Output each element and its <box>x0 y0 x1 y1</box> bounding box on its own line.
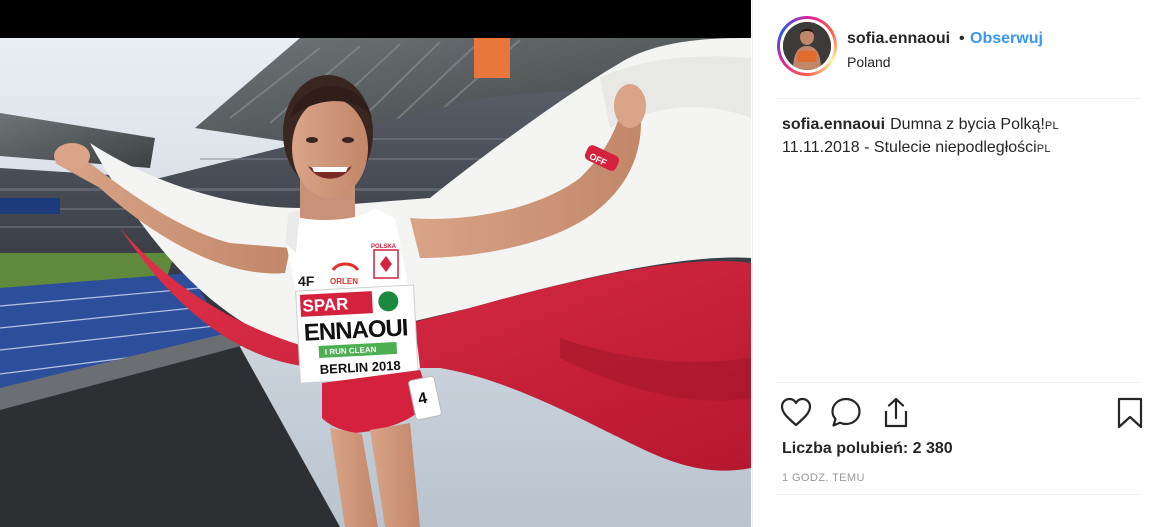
header-separator: • <box>959 30 965 47</box>
caption-line-1: Dumna z bycia Polką! <box>890 116 1045 133</box>
bib-sponsor-orlen: ORLEN <box>330 277 358 286</box>
bib-sponsor-4f: 4F <box>298 273 315 289</box>
bib-spar: SPAR <box>302 294 349 315</box>
bib-polska: POLSKA <box>371 244 397 250</box>
bib-name: ENNAOUI <box>303 314 408 346</box>
avatar-image <box>783 22 831 70</box>
post-actions <box>780 396 1143 430</box>
post-caption: sofia.ennaoui Dumna z bycia Polką!PL 11.1… <box>782 114 1122 160</box>
header-username-link[interactable]: sofia.ennaoui <box>847 30 950 48</box>
divider <box>777 382 1141 383</box>
caption-username-link[interactable]: sofia.ennaoui <box>782 116 885 133</box>
likes-count[interactable]: Liczba polubień: 2 380 <box>782 440 953 458</box>
bookmark-icon[interactable] <box>1114 396 1146 430</box>
divider <box>777 494 1141 495</box>
follow-button[interactable]: Obserwuj <box>970 30 1043 48</box>
photo-image: OFF 4F ORLEN POLSKA SPAR ENNAOUI I RUN C… <box>0 38 751 527</box>
flag-pl-icon: PL <box>1036 143 1051 155</box>
post-timestamp[interactable]: 1 GODZ. TEMU <box>782 472 865 484</box>
post-side-panel: sofia.ennaoui • Obserwuj Poland sofia.en… <box>752 0 1156 527</box>
location-link[interactable]: Poland <box>847 54 891 70</box>
heart-icon[interactable] <box>780 396 812 430</box>
photo-letterbox <box>0 0 751 38</box>
comment-icon[interactable] <box>830 396 862 430</box>
share-icon[interactable] <box>880 396 912 430</box>
avatar[interactable] <box>777 16 837 76</box>
post-header: sofia.ennaoui • Obserwuj Poland <box>777 16 1149 82</box>
divider <box>777 98 1141 99</box>
caption-line-2: 11.11.2018 - Stulecie niepodległości <box>782 139 1037 156</box>
flag-pl-icon: PL <box>1044 120 1059 132</box>
post-photo[interactable]: OFF 4F ORLEN POLSKA SPAR ENNAOUI I RUN C… <box>0 0 751 527</box>
